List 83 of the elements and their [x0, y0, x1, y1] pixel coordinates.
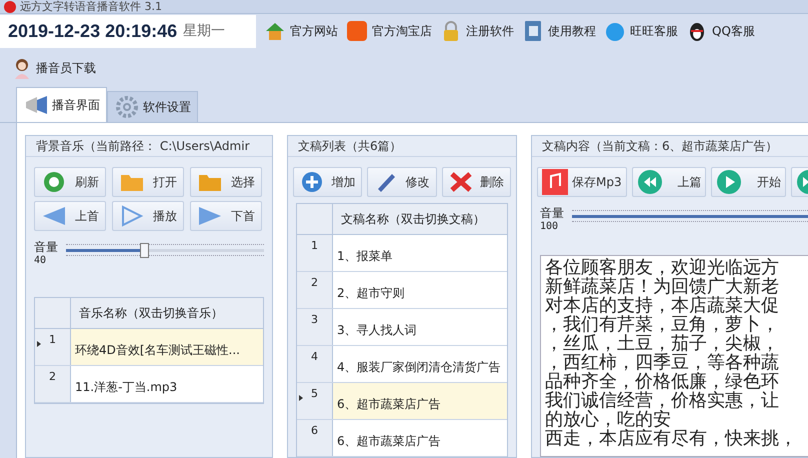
script-text-line: ，我们有芹菜，豆角，萝卜， — [545, 315, 780, 334]
announcer-download-link[interactable]: 播音员下载 — [12, 57, 96, 79]
toolbar-link[interactable]: 旺旺客服 — [604, 20, 678, 42]
script-text-line: 各位顾客朋友，欢迎光临远方 — [545, 258, 780, 277]
toolbar-button[interactable]: 修改 — [367, 167, 437, 197]
table-cell-text: 环绕4D音效[名车测试王磁性... — [74, 342, 240, 358]
table-cell-text: 11.洋葱-丁当.mp3 — [74, 378, 178, 396]
weekday: 星期一 — [183, 22, 226, 40]
script-text-line: 对本店的支持，本店蔬菜大促 — [545, 296, 780, 315]
toolbar-button[interactable]: 上篇 — [632, 167, 706, 197]
toolbar-link[interactable]: 使用教程 — [522, 20, 596, 42]
gear-icon — [114, 96, 140, 118]
music-icon — [542, 169, 568, 195]
megaphone-icon — [23, 94, 49, 116]
script-text-line: 品种齐全，价格低廉，绿色环 — [545, 372, 780, 391]
music-row[interactable]: 2 11.洋葱-丁当.mp3 — [35, 366, 263, 403]
prev-icon — [41, 205, 67, 227]
toolbar-button[interactable]: 保存Mp3 — [537, 167, 627, 197]
script-text-area[interactable]: 各位顾客朋友，欢迎光临远方 新鲜蔬菜店！为回馈广大新老 对本店的支持，本店蔬菜大促 ，我们有芹菜，豆角，萝卜， ，丝瓜，土豆，茄子，尖椒， ，西红柿，四季豆，等各种蔬 品种齐全，价格低廉，绿色环 我们诚信经营，价格实惠，让 的放心，吃的安 西走，本店应有尽有，快来挑， — [540, 255, 808, 457]
slider-thumb[interactable] — [140, 242, 150, 258]
row-number: 1 — [311, 239, 318, 254]
script-row[interactable]: 3 3、寻人找人词 — [297, 309, 507, 346]
table-cell-text: 6、超市蔬菜店广告 — [336, 396, 441, 412]
toolbar-button[interactable]: 增加 — [293, 167, 362, 197]
delete-icon — [448, 171, 473, 193]
tab[interactable]: 软件设置 — [107, 91, 198, 122]
toolbar-link[interactable]: 官方网站 — [264, 20, 338, 42]
table-cell-text: 6、超市蔬菜店广告 — [336, 432, 441, 450]
rewind-icon — [636, 169, 663, 195]
script-row[interactable]: 2 2、超市守则 — [297, 272, 507, 309]
music-row[interactable]: 1 环绕4D音效[名车测试王磁性... — [35, 329, 263, 366]
row-number: 6 — [311, 424, 318, 439]
toolbar-button[interactable]: 开始 — [711, 167, 786, 197]
toolbar-button[interactable]: 选择 — [190, 167, 262, 197]
add-icon — [300, 171, 324, 193]
row-number: 4 — [311, 350, 318, 365]
panel-title: 背景音乐（当前路径： C:\Users\Admir — [26, 136, 272, 157]
toolbar-button[interactable]: 打开 — [112, 167, 184, 197]
toolbar-link[interactable]: QQ客服 — [686, 20, 755, 42]
table-cell-text: 4、服装厂家倒闭清仓清货广告 — [336, 358, 501, 376]
script-row[interactable]: 1 1、报菜单 — [297, 235, 507, 272]
tab[interactable]: 播音界面 — [16, 87, 107, 122]
table-cell-text: 2、超市守则 — [336, 284, 405, 302]
script-text-line: 新鲜蔬菜店！为回馈广大新老 — [545, 277, 780, 296]
start-icon — [716, 169, 742, 195]
row-pointer-icon — [299, 395, 303, 401]
column-header: 文稿名称（双击切换文稿） — [340, 210, 485, 228]
row-number: 3 — [311, 313, 318, 328]
volume-label: 音量 — [540, 207, 564, 220]
row-number: 1 — [49, 333, 56, 348]
script-row[interactable]: 5 6、超市蔬菜店广告 — [297, 383, 507, 420]
table-cell-text: 3、寻人找人词 — [336, 322, 417, 338]
volume-reading: 40 — [34, 254, 48, 267]
play-icon — [119, 205, 145, 227]
toolbar-link[interactable]: 官方淘宝店 — [346, 20, 432, 42]
toolbar-button[interactable]: 播放 — [112, 201, 184, 231]
toolbar-button[interactable]: 上首 — [34, 201, 106, 231]
script-row[interactable]: 6 6、超市蔬菜店广告 — [297, 420, 507, 457]
toolbar-link[interactable]: 注册软件 — [440, 20, 514, 42]
script-text-line: 我们诚信经营，价格实惠，让 — [545, 391, 780, 410]
script-text-line: ，西红柿，四季豆，等各种蔬 — [545, 353, 780, 372]
datetime: 2019-12-23 20:19:46 — [8, 20, 178, 42]
row-number: 5 — [311, 387, 318, 402]
panel-title: 文稿列表（共6篇） — [288, 136, 516, 157]
toolbar-button[interactable]: 删除 — [442, 167, 511, 197]
script-text-line: 的放心，吃的安 — [545, 410, 672, 429]
volume-label: 音量 — [34, 241, 58, 254]
script-row[interactable]: 4 4、服装厂家倒闭清仓清货广告 — [297, 346, 507, 383]
row-number: 2 — [49, 370, 56, 385]
row-pointer-icon — [37, 341, 41, 347]
toolbar-button[interactable]: 下首 — [190, 201, 262, 231]
person-icon — [12, 57, 32, 79]
column-header: 音乐名称（双击切换音乐） — [78, 304, 223, 322]
row-number: 2 — [311, 276, 318, 291]
next-icon — [197, 205, 223, 227]
toolbar-button[interactable]: 刷新 — [34, 167, 106, 197]
home-icon — [264, 20, 286, 42]
volume-reading: 100 — [540, 220, 560, 233]
script-text-line: ，丝瓜，土豆，茄子，尖椒， — [545, 334, 780, 353]
script-text-line: 西走，本店应有尽有，快来挑， — [545, 429, 798, 448]
window-title: 远方文字转语音播音软件 3.1 — [20, 0, 162, 14]
panel-title: 文稿内容（当前文稿：6、超市蔬菜店广告） — [532, 136, 808, 157]
table-cell-text: 1、报菜单 — [336, 248, 393, 264]
